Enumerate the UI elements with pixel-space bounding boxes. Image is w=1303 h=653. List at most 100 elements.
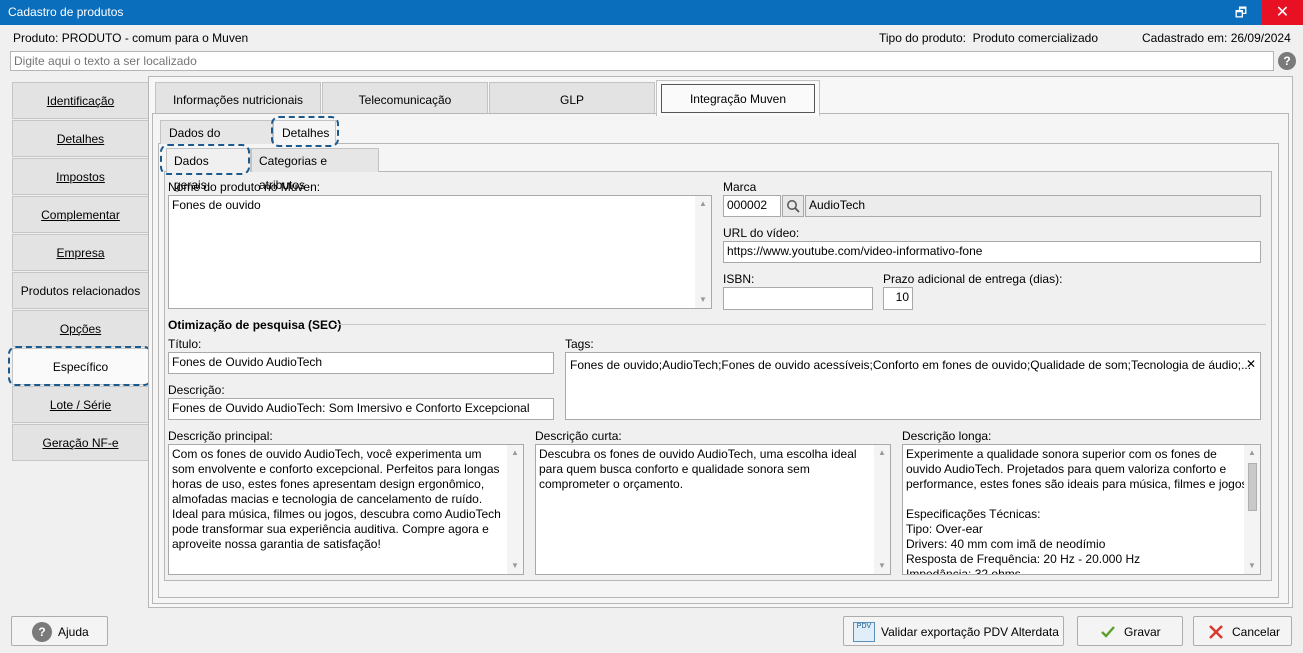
help-button-label: Ajuda — [58, 624, 89, 639]
cancel-button-label: Cancelar — [1232, 624, 1281, 639]
tab-label: Integração Muven — [661, 84, 815, 113]
pdv-icon: PDV — [853, 621, 875, 642]
long-description-line: Impedância: 32 ohms — [906, 567, 1021, 575]
tab-categorias-atributos[interactable]: Categorias e atributos — [251, 148, 379, 192]
long-description-label: Descrição longa: — [902, 429, 992, 443]
sidebar-item-geracao-nfe[interactable]: Geração NF-e — [12, 424, 148, 461]
help-icon[interactable]: ? — [1278, 52, 1296, 70]
long-description-line: Resposta de Frequência: 20 Hz - 20.000 H… — [906, 552, 1141, 566]
long-description-line: Drivers: 40 mm com imã de neodímio — [906, 537, 1106, 551]
tab-telecomunicacao[interactable]: Telecomunicação — [322, 82, 488, 116]
scroll-up-icon[interactable]: ▲ — [695, 196, 711, 212]
brand-label: Marca — [723, 180, 757, 194]
seo-title-label: Título: — [168, 337, 202, 351]
tags-value: Fones de ouvido;AudioTech;Fones de ouvid… — [570, 358, 1252, 372]
sidebar-item-detalhes[interactable]: Detalhes — [12, 120, 148, 157]
product-name-textarea[interactable]: Fones de ouvido ▲ ▼ — [168, 195, 712, 309]
sidebar-item-produtos-relacionados[interactable]: Produtos relacionados — [12, 272, 148, 309]
product-info: Produto: PRODUTO - comum para o Muven — [13, 31, 249, 45]
restore-window-button[interactable]: 🗗 — [1222, 0, 1260, 25]
sidebar-item-label: Impostos — [56, 170, 105, 184]
long-description-line — [906, 492, 1242, 507]
deadline-label: Prazo adicional de entrega (dias): — [883, 272, 1063, 286]
scroll-up-icon[interactable]: ▲ — [1244, 445, 1260, 461]
validate-pdv-label: Validar exportação PDV Alterdata — [881, 624, 1059, 639]
sidebar-item-lote-serie[interactable]: Lote / Série — [12, 386, 148, 423]
cancel-button[interactable]: Cancelar — [1193, 616, 1292, 646]
sidebar-item-empresa[interactable]: Empresa — [12, 234, 148, 271]
highlight-outline — [271, 116, 339, 147]
tags-label: Tags: — [565, 337, 594, 351]
sidebar-item-label: Identificação — [46, 94, 115, 108]
seo-title-input[interactable]: Fones de Ouvido AudioTech — [168, 352, 554, 374]
product-type-info: Tipo do produto: Produto comercializado — [879, 31, 1099, 45]
sidebar-item-impostos[interactable]: Impostos — [12, 158, 148, 195]
sidebar-item-complementar[interactable]: Complementar — [12, 196, 148, 233]
scroll-down-icon[interactable]: ▼ — [1244, 558, 1260, 574]
close-window-button[interactable]: ✕ — [1262, 0, 1303, 25]
tags-input[interactable]: Fones de ouvido;AudioTech;Fones de ouvid… — [565, 352, 1261, 420]
help-icon: ? — [32, 621, 52, 642]
tab-informacoes-nutricionais[interactable]: Informações nutricionais — [155, 82, 321, 116]
clear-tags-icon[interactable]: ✕ — [1246, 357, 1256, 371]
registered-date: Cadastrado em: 26/09/2024 — [1142, 31, 1291, 45]
short-description-value: Descubra os fones de ouvido AudioTech, u… — [539, 447, 857, 491]
short-description-label: Descrição curta: — [535, 429, 622, 443]
short-description-textarea[interactable]: Descubra os fones de ouvido AudioTech, u… — [535, 444, 891, 575]
video-url-input[interactable]: https://www.youtube.com/video-informativ… — [723, 241, 1261, 263]
scrollbar[interactable]: ▲ ▼ — [507, 445, 523, 574]
main-description-label: Descrição principal: — [168, 429, 273, 443]
sidebar-item-label: Detalhes — [56, 132, 105, 146]
highlight-outline — [8, 346, 152, 386]
long-description-line: Tipo: Over-ear — [906, 522, 983, 536]
product-name-value: Fones de ouvido — [172, 198, 261, 212]
scroll-up-icon[interactable]: ▲ — [874, 445, 890, 461]
product-name-label: Nome do produto no Muven: — [168, 180, 321, 194]
sidebar-item-identificacao[interactable]: Identificação — [12, 82, 148, 119]
main-description-value: Com os fones de ouvido AudioTech, você e… — [172, 447, 501, 551]
search-input[interactable] — [10, 51, 1274, 71]
save-button-label: Gravar — [1124, 624, 1161, 639]
scroll-up-icon[interactable]: ▲ — [507, 445, 523, 461]
seo-description-input[interactable]: Fones de Ouvido AudioTech: Som Imersivo … — [168, 398, 554, 420]
tab-glp[interactable]: GLP — [489, 82, 655, 116]
highlight-outline — [160, 144, 250, 175]
scroll-down-icon[interactable]: ▼ — [507, 558, 523, 574]
validate-pdv-button[interactable]: PDV Validar exportação PDV Alterdata — [843, 616, 1064, 646]
long-description-textarea[interactable]: Experimente a qualidade sonora superior … — [902, 444, 1261, 575]
cancel-x-icon — [1209, 624, 1223, 639]
scrollbar[interactable]: ▲ ▼ — [1244, 445, 1260, 574]
brand-name-field: AudioTech — [805, 195, 1261, 217]
tab-integracao-muven[interactable]: Integração Muven — [656, 80, 820, 116]
save-button[interactable]: Gravar — [1077, 616, 1183, 646]
long-description-line: Especificações Técnicas: — [906, 507, 1041, 521]
isbn-input[interactable] — [723, 287, 873, 310]
sidebar-item-label: Geração NF-e — [42, 436, 119, 450]
seo-heading: Otimização de pesquisa (SEO) — [168, 318, 342, 332]
scroll-down-icon[interactable]: ▼ — [695, 292, 711, 308]
deadline-input[interactable]: 10 — [883, 287, 913, 310]
pdv-badge: PDV — [856, 622, 872, 630]
long-description-line: ouvido AudioTech. Projetados para quem v… — [906, 462, 1227, 476]
brand-code-input[interactable]: 000002 — [723, 195, 781, 217]
title-bar: Cadastro de produtos 🗗 ✕ — [0, 0, 1303, 25]
sidebar-item-label: Produtos relacionados — [20, 284, 141, 298]
help-button[interactable]: ? Ajuda — [11, 616, 108, 646]
sidebar-item-label: Empresa — [56, 246, 105, 260]
sidebar-item-opcoes[interactable]: Opções — [12, 310, 148, 347]
long-description-line: performance, estes fones são ideais para… — [906, 477, 1251, 491]
seo-description-label: Descrição: — [168, 383, 225, 397]
scroll-down-icon[interactable]: ▼ — [874, 558, 890, 574]
video-url-label: URL do vídeo: — [723, 226, 800, 240]
scrollbar[interactable]: ▲ ▼ — [874, 445, 890, 574]
seo-divider — [335, 324, 1266, 325]
sidebar-item-label: Lote / Série — [49, 398, 112, 412]
main-description-textarea[interactable]: Com os fones de ouvido AudioTech, você e… — [168, 444, 524, 575]
brand-search-button[interactable] — [782, 195, 804, 217]
tab-dados-do-produto[interactable]: Dados do produto — [160, 120, 273, 164]
scrollbar-thumb[interactable] — [1248, 463, 1257, 511]
sidebar-item-label: Complementar — [41, 208, 120, 222]
scrollbar[interactable]: ▲ ▼ — [695, 196, 711, 308]
window-title: Cadastro de produtos — [8, 5, 124, 19]
checkmark-icon — [1101, 626, 1115, 638]
